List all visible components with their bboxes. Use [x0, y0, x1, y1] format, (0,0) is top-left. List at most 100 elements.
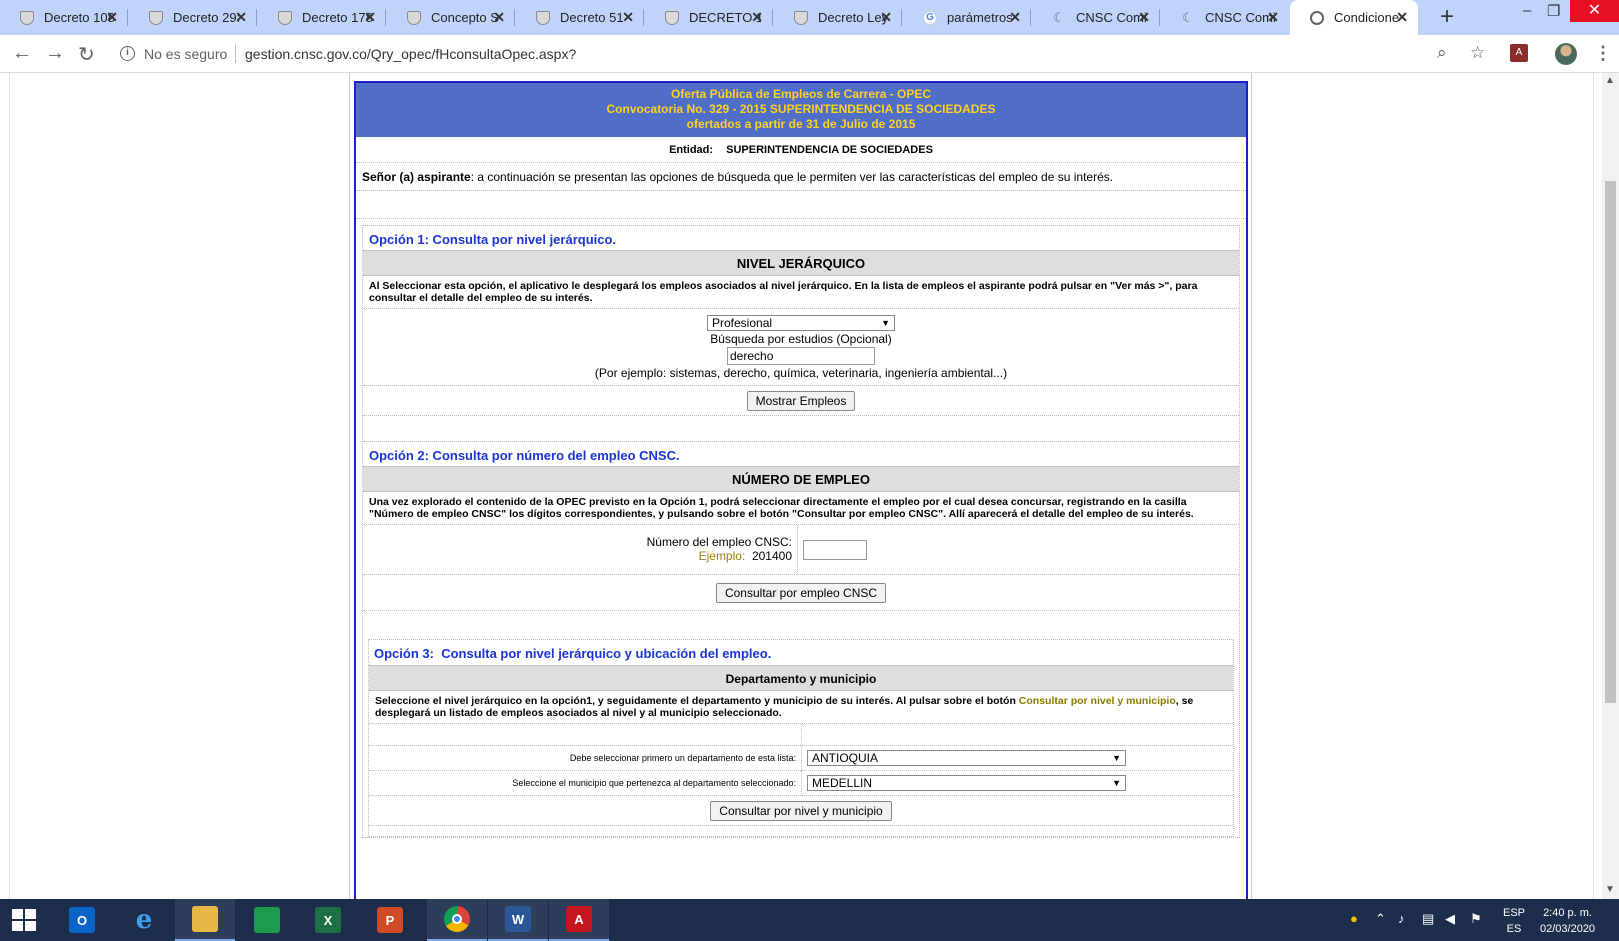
departamento-label: Debe seleccionar primero un departamento… [369, 745, 802, 771]
tab-decreto-1[interactable]: DECRETO 1 ✕ [645, 0, 773, 35]
tab-decreto-29[interactable]: Decreto 29: ✕ [129, 0, 257, 35]
departamento-select[interactable]: ANTIOQUIA ▼ [807, 750, 1126, 766]
option3-description: Seleccione el nivel jerárquico en la opc… [369, 691, 1233, 724]
tab-parametros[interactable]: G parámetros ✕ [903, 0, 1031, 35]
close-icon[interactable]: ✕ [880, 9, 892, 26]
close-icon[interactable]: ✕ [106, 9, 118, 26]
page-header: Oferta Pública de Empleos de Carrera - O… [356, 83, 1246, 137]
windows-start-icon[interactable] [12, 909, 36, 931]
zoom-icon[interactable]: ⌕ [1437, 43, 1447, 63]
close-icon[interactable]: ✕ [751, 9, 763, 26]
scroll-thumb[interactable] [1605, 181, 1616, 703]
shield-icon [665, 10, 679, 25]
municipio-select[interactable]: MEDELLIN ▼ [807, 775, 1126, 791]
option1-description: Al Seleccionar esta opción, el aplicativ… [363, 276, 1239, 309]
taskbar-store[interactable] [237, 899, 297, 941]
address-bar[interactable]: gestion.cnsc.gov.co/Qry_opec/fHconsultaO… [245, 46, 576, 62]
network-icon[interactable]: ▤ [1422, 911, 1434, 927]
empleo-number-row: Número del empleo CNSC: Ejemplo: 201400 [363, 525, 1239, 575]
option1-button-row: Mostrar Empleos [363, 386, 1239, 416]
taskbar-outlook[interactable]: O [52, 899, 112, 941]
tab-title: parámetros [947, 10, 1013, 25]
close-icon[interactable]: ✕ [1267, 9, 1279, 26]
municipio-label: Seleccione el municipio que pertenezca a… [369, 770, 802, 796]
reload-icon[interactable]: ↻ [78, 42, 95, 67]
taskbar-ie[interactable]: e [114, 899, 174, 941]
scroll-up-icon[interactable]: ▲ [1605, 75, 1615, 86]
municipio-row: Seleccione el municipio que pertenezca a… [369, 770, 1233, 796]
window-close-button[interactable]: ✕ [1570, 0, 1619, 22]
flag-icon[interactable]: ⚑ [1470, 911, 1482, 927]
taskbar-file-explorer[interactable] [175, 899, 235, 941]
new-tab-button[interactable]: + [1440, 3, 1454, 31]
tab-decreto-ley[interactable]: Decreto Ley ✕ [774, 0, 902, 35]
empleo-number-input[interactable] [803, 540, 867, 560]
close-icon[interactable]: ✕ [235, 9, 247, 26]
search-label: Búsqueda por estudios (Opcional) [710, 332, 892, 346]
menu-dots-icon[interactable]: ⋮ [1594, 43, 1612, 64]
back-arrow-icon[interactable]: ← [12, 42, 32, 65]
estudios-input[interactable]: derecho [727, 347, 875, 365]
close-icon[interactable]: ✕ [1396, 9, 1408, 26]
option3-title-text: Consulta por nivel jerárquico y ubicació… [441, 646, 772, 661]
dropdown-arrow-icon: ▼ [881, 318, 890, 328]
forward-arrow-icon[interactable]: → [45, 42, 65, 65]
security-label[interactable]: No es seguro [144, 46, 227, 62]
taskbar: O e X P W A ● ⌃ ♪ ▤ ◀ ⚑ ESP ES 2:40 p. m… [0, 899, 1619, 941]
tab-condiciones[interactable]: Condicione ✕ [1290, 0, 1418, 35]
consultar-empleo-button[interactable]: Consultar por empleo CNSC [715, 583, 887, 603]
tab-strip: Decreto 108 ✕ Decreto 29: ✕ Decreto 178 … [0, 0, 1619, 35]
departamento-row: Debe seleccionar primero un departamento… [369, 745, 1233, 771]
tab-title: Condicione [1334, 10, 1400, 25]
tab-decreto-108[interactable]: Decreto 108 ✕ [0, 0, 128, 35]
shield-icon [20, 10, 34, 25]
volume-icon[interactable]: ♪ [1398, 911, 1405, 926]
consultar-nivel-municipio-button[interactable]: Consultar por nivel y municipio [710, 801, 892, 821]
clock[interactable]: 2:40 p. m. 02/03/2020 [1540, 905, 1595, 937]
powerpoint-icon: P [377, 907, 403, 933]
taskbar-chrome[interactable] [427, 899, 487, 941]
info-icon[interactable]: i [120, 46, 135, 61]
header-line-1: Oferta Pública de Empleos de Carrera - O… [670, 87, 932, 101]
shield-icon [794, 10, 808, 25]
option1-controls: Profesional ▼ Búsqueda por estudios (Opci… [363, 309, 1239, 386]
example-label: Ejemplo: [698, 549, 746, 563]
star-icon[interactable]: ☆ [1470, 43, 1485, 63]
taskbar-powerpoint[interactable]: P [360, 899, 420, 941]
close-icon[interactable]: ✕ [493, 9, 505, 26]
empleo-number-label: Número del empleo CNSC: [646, 535, 792, 549]
close-icon[interactable]: ✕ [1009, 9, 1021, 26]
option2-bar: NÚMERO DE EMPLEO [363, 466, 1239, 492]
restore-icon[interactable]: ❐ [1547, 2, 1560, 20]
minimize-icon[interactable]: – [1523, 2, 1531, 19]
tab-decreto-178[interactable]: Decreto 178 ✕ [258, 0, 386, 35]
option3-button-row: Consultar por nivel y municipio [369, 796, 1233, 826]
language-indicator[interactable]: ESP ES [1503, 905, 1525, 937]
taskbar-excel[interactable]: X [298, 899, 358, 941]
tab-decreto-51[interactable]: Decreto 51 ✕ [516, 0, 644, 35]
header-line-3: ofertados a partir de 31 de Julio de 201… [686, 117, 916, 131]
option1-title: Opción 1: Consulta por nivel jerárquico. [369, 232, 617, 247]
intro-bold: Señor (a) aspirante [362, 170, 471, 184]
taskbar-word[interactable]: W [488, 899, 548, 941]
mostrar-empleos-button[interactable]: Mostrar Empleos [746, 391, 856, 411]
speaker-icon[interactable]: ◀ [1445, 911, 1455, 927]
tab-concepto[interactable]: Concepto S ✕ [387, 0, 515, 35]
tab-title: Decreto Ley [818, 10, 889, 25]
tray-arrow-icon[interactable]: ⌃ [1375, 911, 1386, 927]
nivel-select[interactable]: Profesional ▼ [707, 315, 895, 331]
tray-app-icon[interactable]: ● [1350, 911, 1358, 926]
excel-icon: X [315, 907, 341, 933]
acrobat-extension-icon[interactable]: A [1510, 44, 1528, 62]
google-icon: G [923, 10, 937, 25]
close-icon[interactable]: ✕ [622, 9, 634, 26]
close-icon[interactable]: ✕ [364, 9, 376, 26]
close-icon[interactable]: ✕ [1138, 9, 1150, 26]
option2-title: Opción 2: Consulta por número del empleo… [369, 448, 680, 463]
taskbar-acrobat[interactable]: A [549, 899, 609, 941]
scroll-down-icon[interactable]: ▼ [1605, 884, 1615, 895]
content-container: Oferta Pública de Empleos de Carrera - O… [349, 73, 1252, 899]
tab-cnsc-1[interactable]: ☾ CNSC Comi ✕ [1032, 0, 1160, 35]
tab-cnsc-2[interactable]: ☾ CNSC Comi ✕ [1161, 0, 1289, 35]
profile-avatar[interactable] [1555, 43, 1577, 65]
